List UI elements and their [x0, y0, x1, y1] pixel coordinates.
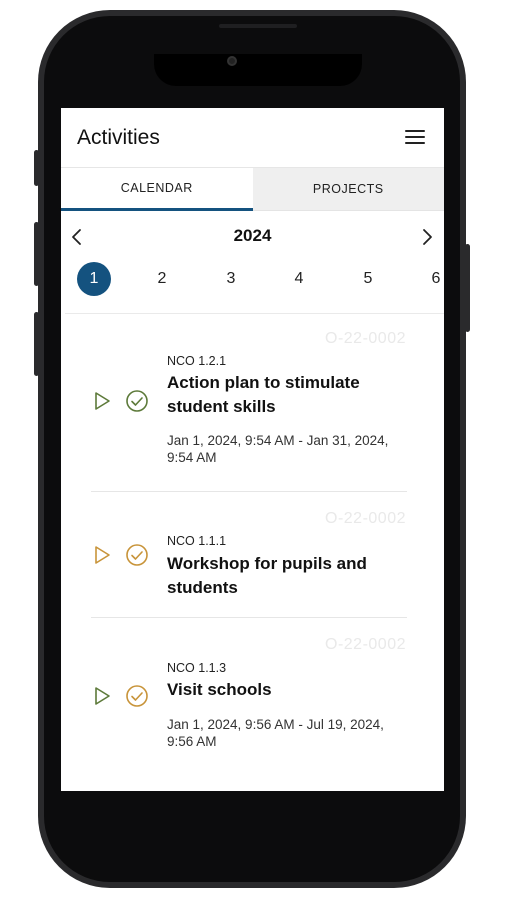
- month-1[interactable]: 1: [77, 262, 111, 296]
- month-2[interactable]: 2: [145, 262, 179, 296]
- month-selector: 1 2 3 4 5 6: [61, 260, 444, 300]
- activity-actions: [91, 389, 149, 413]
- year-navigation: 2024: [61, 220, 444, 254]
- activity-id: O-22-0002: [325, 510, 406, 527]
- activity-id: O-22-0002: [325, 330, 406, 347]
- play-icon[interactable]: [91, 544, 113, 566]
- activity-code: NCO 1.2.1: [167, 354, 227, 368]
- month-4[interactable]: 4: [282, 262, 316, 296]
- activity-item[interactable]: O-22-0002 NCO 1.1.1 Workshop for pupils …: [61, 492, 444, 618]
- activity-dates: Jan 1, 2024, 9:54 AM - Jan 31, 2024, 9:5…: [167, 433, 389, 465]
- activity-id: O-22-0002: [325, 636, 406, 653]
- activity-code: NCO 1.1.3: [167, 661, 227, 675]
- activity-actions: [91, 684, 149, 708]
- notch: [154, 54, 362, 86]
- silent-switch: [34, 150, 39, 186]
- activity-dates: Jan 1, 2024, 9:56 AM - Jul 19, 2024, 9:5…: [167, 717, 384, 749]
- month-6[interactable]: 6: [419, 262, 444, 296]
- play-icon[interactable]: [91, 685, 113, 707]
- volume-down-button: [34, 312, 39, 376]
- month-3[interactable]: 3: [214, 262, 248, 296]
- activity-title: Action plan to stimulate student skills: [167, 373, 360, 416]
- power-button: [465, 244, 470, 332]
- activity-actions: [91, 543, 149, 567]
- app-header: Activities: [61, 108, 444, 168]
- page-title: Activities: [77, 126, 160, 149]
- month-5[interactable]: 5: [351, 262, 385, 296]
- volume-up-button: [34, 222, 39, 286]
- play-icon[interactable]: [91, 390, 113, 412]
- check-circle-icon[interactable]: [125, 543, 149, 567]
- tab-bar: CALENDAR PROJECTS: [61, 168, 444, 211]
- year-label: 2024: [233, 226, 272, 245]
- speaker-slot: [219, 24, 297, 28]
- check-circle-icon[interactable]: [125, 389, 149, 413]
- activity-code: NCO 1.1.1: [167, 534, 227, 548]
- tab-calendar[interactable]: CALENDAR: [61, 168, 253, 211]
- activity-title: Visit schools: [167, 680, 272, 699]
- camera-icon: [227, 56, 237, 66]
- app-screen: Activities CALENDAR PROJECTS 2024 1 2 3 …: [61, 108, 444, 791]
- check-circle-icon[interactable]: [125, 684, 149, 708]
- hamburger-menu-icon[interactable]: [405, 130, 427, 146]
- chevron-right-icon[interactable]: [417, 227, 437, 247]
- activity-item[interactable]: O-22-0002 NCO 1.1.3 Visit schools Jan 1,…: [61, 618, 444, 791]
- activity-item[interactable]: O-22-0002 NCO 1.2.1 Action plan to stimu…: [61, 314, 444, 492]
- tab-projects[interactable]: PROJECTS: [252, 168, 444, 211]
- activity-title: Workshop for pupils and students: [167, 554, 367, 597]
